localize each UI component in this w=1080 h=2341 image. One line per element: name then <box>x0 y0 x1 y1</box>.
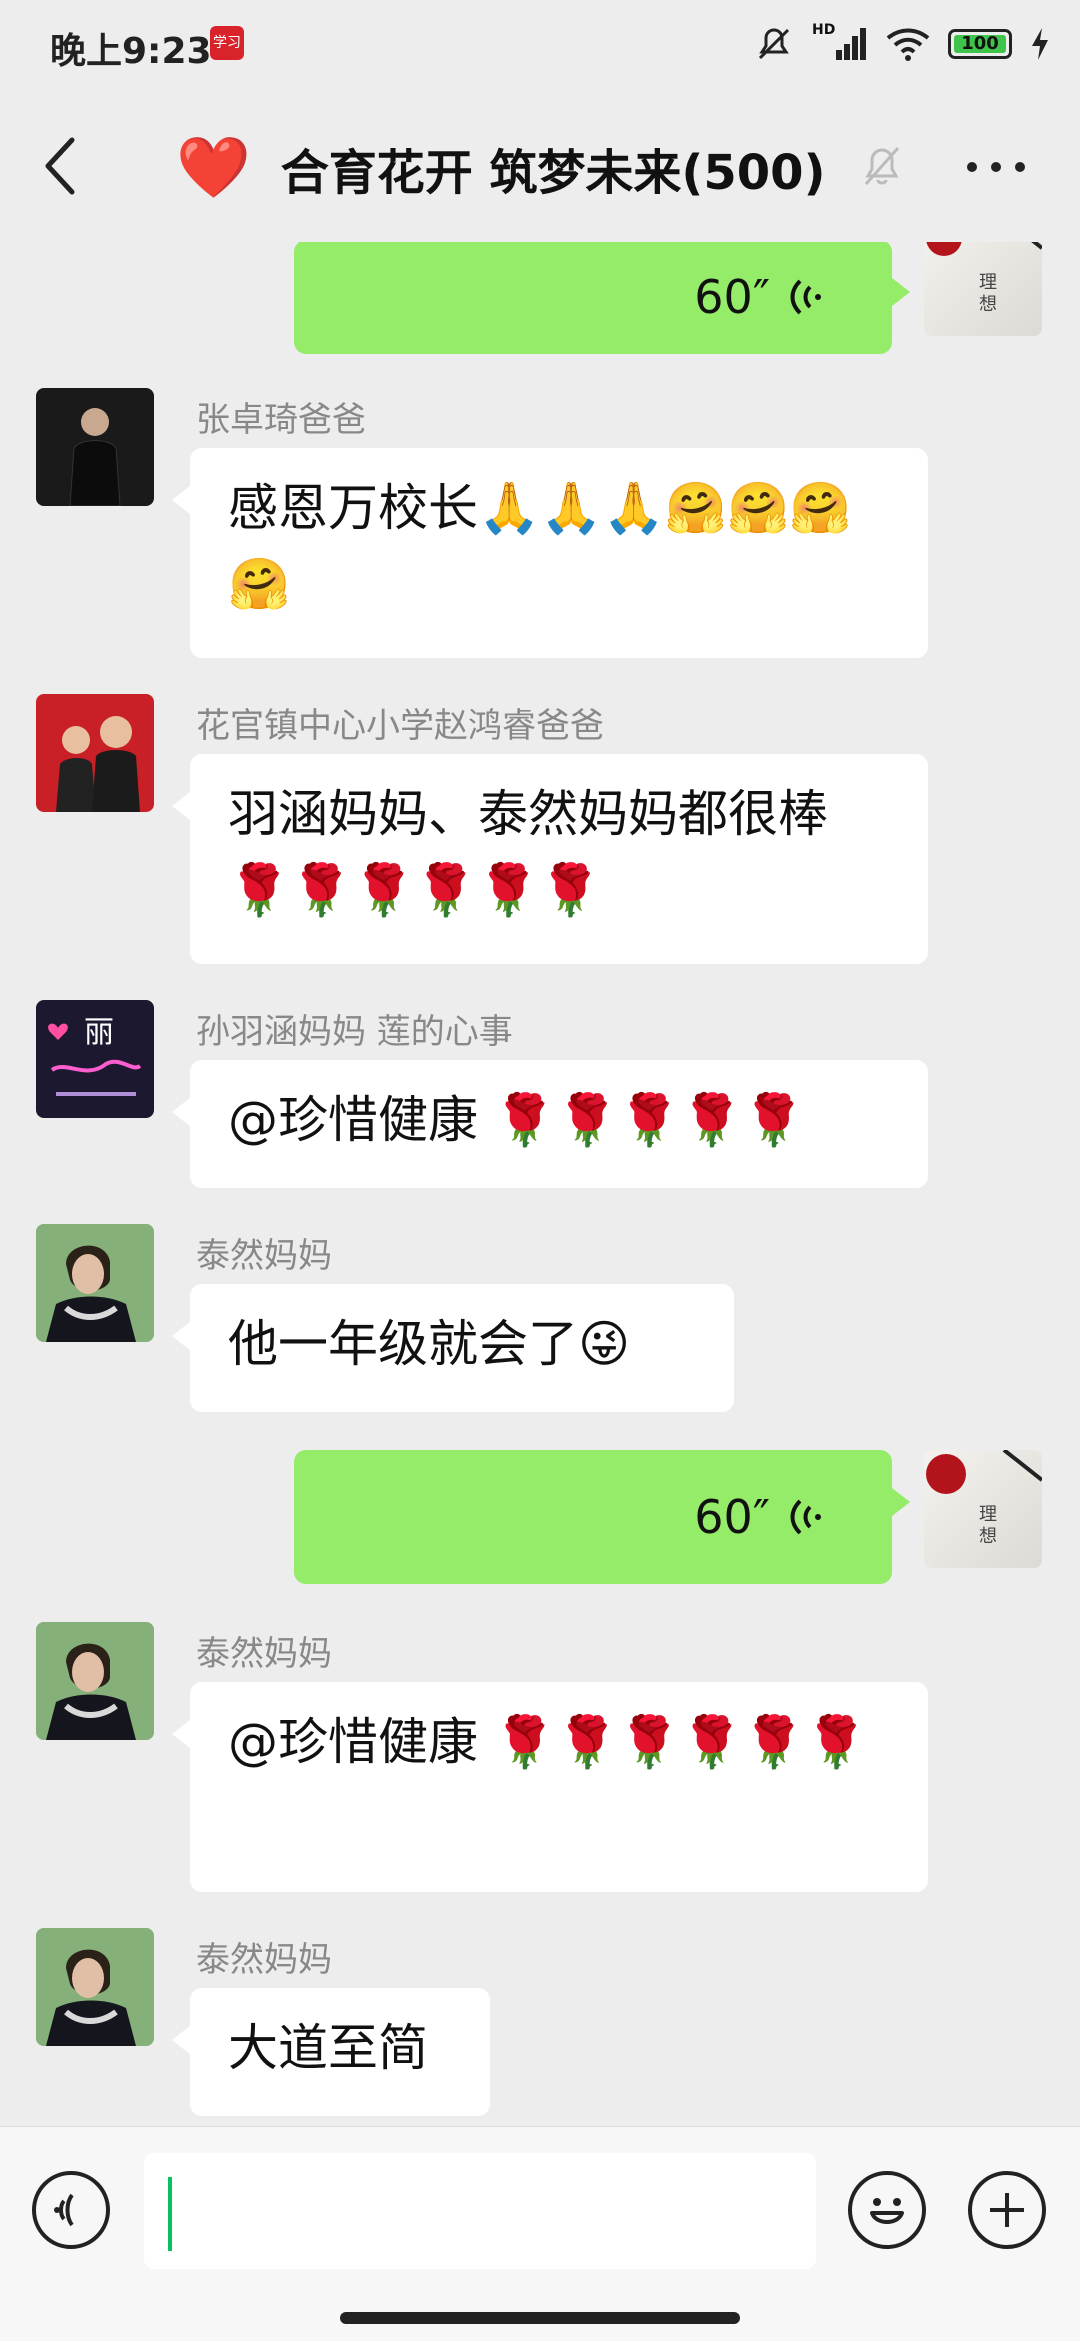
voice-input-icon <box>54 2193 74 2227</box>
signal-icon: HD <box>812 22 868 64</box>
svg-text:理: 理 <box>979 272 997 293</box>
voice-wave-icon <box>790 1499 821 1535</box>
sender-avatar[interactable] <box>36 1622 154 1740</box>
home-indicator[interactable] <box>340 2312 740 2324</box>
message-bubble[interactable]: 他一年级就会了😜 <box>172 1284 734 1412</box>
wifi-icon <box>886 28 930 61</box>
sender-avatar[interactable] <box>36 388 154 506</box>
self-avatar[interactable]: 理 想 <box>924 242 1042 336</box>
input-bar <box>0 2126 1080 2341</box>
svg-text:理: 理 <box>979 1504 997 1525</box>
sender-avatar[interactable] <box>36 1928 154 2046</box>
sender-name: 泰然妈妈 <box>196 1940 332 1980</box>
battery-level: 100 <box>961 33 999 54</box>
self-avatar[interactable]: 理 想 <box>924 1450 1042 1568</box>
chat-header: ❤️ 合育花开 筑梦未来(500) <box>0 92 1080 242</box>
battery-icon: 100 <box>948 29 1012 59</box>
svg-text:丽: 丽 <box>84 1015 114 1050</box>
sender-name: 花官镇中心小学赵鸿睿爸爸 <box>196 706 604 746</box>
mute-icon <box>758 28 790 60</box>
message-bubble[interactable]: @珍惜健康 🌹🌹🌹🌹🌹🌹 <box>172 1682 928 1892</box>
back-button[interactable] <box>40 136 80 196</box>
svg-text:想: 想 <box>979 1526 997 1547</box>
voice-duration: 60″ <box>694 270 770 324</box>
charging-icon <box>1032 28 1048 60</box>
message-bubble[interactable]: 大道至简 <box>172 1988 490 2116</box>
chat-title-text: 合育花开 筑梦未来(500) <box>280 145 826 201</box>
sender-name: 孙羽涵妈妈 莲的心事 <box>196 1012 513 1052</box>
more-options-button[interactable] <box>964 152 1028 182</box>
voice-wave-icon <box>790 279 821 315</box>
app-notification-icon: 学习 <box>210 26 244 60</box>
message-bubble[interactable]: 感恩万校长🙏🙏🙏🤗🤗🤗🤗 <box>172 448 928 658</box>
plus-icon <box>990 2193 1024 2227</box>
more-functions-button[interactable] <box>968 2171 1046 2249</box>
emoji-button[interactable] <box>848 2171 926 2249</box>
status-bar: 晚上9:23 学习 HD 100 <box>0 0 1080 92</box>
sender-name: 泰然妈妈 <box>196 1634 332 1674</box>
status-icons: HD 100 <box>754 22 1050 66</box>
sender-avatar[interactable] <box>36 694 154 812</box>
sender-name: 泰然妈妈 <box>196 1236 332 1276</box>
message-bubble[interactable]: @珍惜健康 🌹🌹🌹🌹🌹 <box>172 1060 928 1188</box>
voice-input-button[interactable] <box>32 2171 110 2249</box>
voice-duration: 60″ <box>694 1490 770 1544</box>
sender-avatar[interactable] <box>36 1224 154 1342</box>
message-input[interactable] <box>144 2153 816 2269</box>
chat-title[interactable]: ❤️ 合育花开 筑梦未来(500) <box>176 128 826 208</box>
text-caret <box>168 2177 172 2251</box>
svg-text:想: 想 <box>979 294 997 315</box>
muted-bell-icon <box>864 147 900 185</box>
status-time: 晚上9:23 <box>50 31 212 72</box>
voice-message-bubble[interactable]: 60″ <box>294 242 910 354</box>
voice-message-bubble[interactable]: 60″ <box>294 1450 910 1584</box>
heart-icon: ❤️ <box>176 133 251 203</box>
message-voice-self: 60″ 理 想 <box>0 242 1080 354</box>
message-bubble[interactable]: 羽涵妈妈、泰然妈妈都很棒🌹🌹🌹🌹🌹🌹 <box>172 754 928 964</box>
sender-avatar[interactable]: 丽 <box>36 1000 154 1118</box>
emoji-icon <box>870 2198 904 2224</box>
message-list[interactable]: 60″ 理 想 张卓琦爸爸 感恩万校长🙏🙏🙏🤗🤗🤗🤗 花官镇中心小学赵鸿睿爸爸 … <box>0 242 1080 2126</box>
sender-name: 张卓琦爸爸 <box>196 400 366 440</box>
